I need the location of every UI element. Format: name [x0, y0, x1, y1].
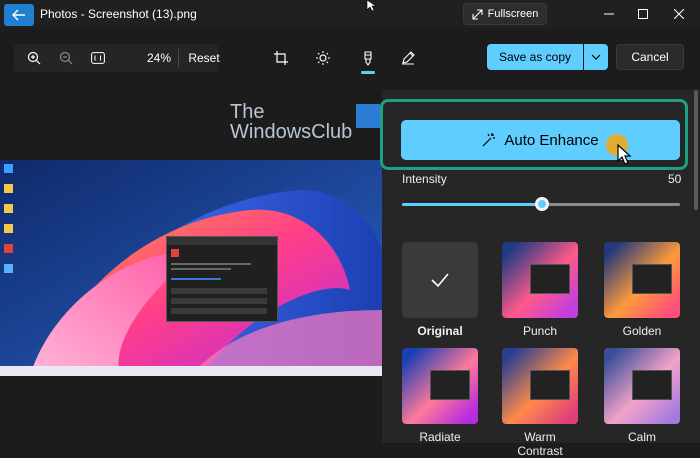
thumbnail-window: [530, 264, 570, 294]
filter-warm-contrast[interactable]: Warm Contrast: [502, 348, 578, 458]
filter-thumbnail[interactable]: [402, 242, 478, 318]
filter-tool-button[interactable]: [354, 44, 382, 72]
fullscreen-label: Fullscreen: [487, 8, 539, 20]
mouse-pointer-icon: [366, 0, 377, 12]
thumbnail-window: [632, 264, 672, 294]
zoom-in-icon: [27, 51, 41, 65]
filter-radiate[interactable]: Radiate: [402, 348, 478, 444]
title-bar: Photos - Screenshot (13).png Fullscreen: [0, 0, 700, 28]
filter-original[interactable]: Original: [402, 242, 478, 338]
save-as-copy-button[interactable]: Save as copy: [487, 44, 583, 70]
filter-thumbnail[interactable]: [402, 348, 478, 424]
reset-button[interactable]: Reset: [184, 44, 224, 72]
crop-tool-button[interactable]: [267, 44, 295, 72]
auto-enhance-button[interactable]: Auto Enhance: [401, 120, 680, 160]
zoom-out-icon: [59, 51, 73, 65]
filter-label: Warm Contrast: [517, 430, 563, 458]
checkmark-icon: [431, 273, 449, 288]
filter-label: Calm: [627, 430, 656, 444]
zoom-out-button[interactable]: [54, 44, 78, 72]
intensity-slider-fill: [402, 203, 539, 206]
thumbnail-window: [632, 370, 672, 400]
cancel-button[interactable]: Cancel: [616, 44, 684, 70]
maximize-button[interactable]: [628, 5, 658, 23]
mouse-cursor-icon: [617, 144, 632, 165]
zoom-divider: [178, 49, 179, 67]
filter-icon: [364, 50, 372, 66]
back-arrow-icon: [12, 9, 25, 21]
actual-size-icon: [91, 52, 105, 64]
brightness-icon: [316, 51, 330, 65]
photo-preview: [0, 160, 382, 376]
watermark: The WindowsClub: [230, 102, 380, 152]
intensity-value: 50: [668, 172, 682, 186]
filter-thumbnail[interactable]: [502, 242, 578, 318]
app-icon: [4, 244, 13, 253]
filter-thumbnail[interactable]: [604, 348, 680, 424]
filter-golden[interactable]: Golden: [604, 242, 680, 338]
window-title: Photos - Screenshot (13).png: [40, 7, 197, 21]
auto-enhance-label: Auto Enhance: [504, 131, 599, 149]
close-button[interactable]: [664, 5, 694, 23]
fullscreen-button[interactable]: Fullscreen: [463, 3, 547, 25]
maximize-icon: [638, 9, 648, 19]
intensity-label: Intensity: [402, 172, 447, 186]
filter-label: Radiate: [419, 430, 461, 444]
save-options-dropdown[interactable]: [584, 44, 608, 70]
filter-label: Punch: [522, 324, 558, 338]
pen-icon: [402, 51, 415, 65]
back-button[interactable]: [4, 4, 34, 26]
filter-label: Original: [417, 324, 463, 338]
filter-punch[interactable]: Punch: [502, 242, 578, 338]
minimize-button[interactable]: [594, 5, 624, 23]
panel-scrollbar[interactable]: [694, 90, 698, 210]
markup-tool-button[interactable]: [394, 44, 422, 72]
taskbar-thumbnail: [0, 366, 382, 376]
editor-toolbar: 24% Reset Save as copy Cancel: [0, 28, 700, 90]
intensity-slider[interactable]: [402, 197, 680, 211]
actual-size-button[interactable]: [86, 44, 110, 72]
active-tool-indicator: [361, 71, 375, 74]
app-dialog-thumbnail: [166, 236, 278, 322]
minimize-icon: [604, 13, 614, 15]
thumbnail-window: [430, 370, 470, 400]
filter-thumbnail[interactable]: [502, 348, 578, 424]
chevron-down-icon: [591, 54, 601, 60]
desktop-icon: [4, 164, 13, 173]
zoom-level: 24%: [146, 51, 172, 65]
magic-wand-icon: [482, 133, 496, 147]
expand-icon: [472, 8, 483, 20]
close-icon: [674, 9, 684, 19]
watermark-logo: [356, 104, 380, 128]
filter-label: Golden: [622, 324, 662, 338]
intensity-slider-thumb[interactable]: [535, 197, 549, 211]
app-icon: [4, 264, 13, 273]
filter-calm[interactable]: Calm: [604, 348, 680, 444]
thumbnail-window: [530, 370, 570, 400]
folder-icon: [4, 184, 13, 193]
crop-icon: [274, 51, 288, 65]
zoom-in-button[interactable]: [22, 44, 46, 72]
folder-icon: [4, 204, 13, 213]
zoom-controls: 24% Reset: [14, 44, 220, 72]
adjust-tool-button[interactable]: [309, 44, 337, 72]
filter-thumbnail[interactable]: [604, 242, 680, 318]
folder-icon: [4, 224, 13, 233]
